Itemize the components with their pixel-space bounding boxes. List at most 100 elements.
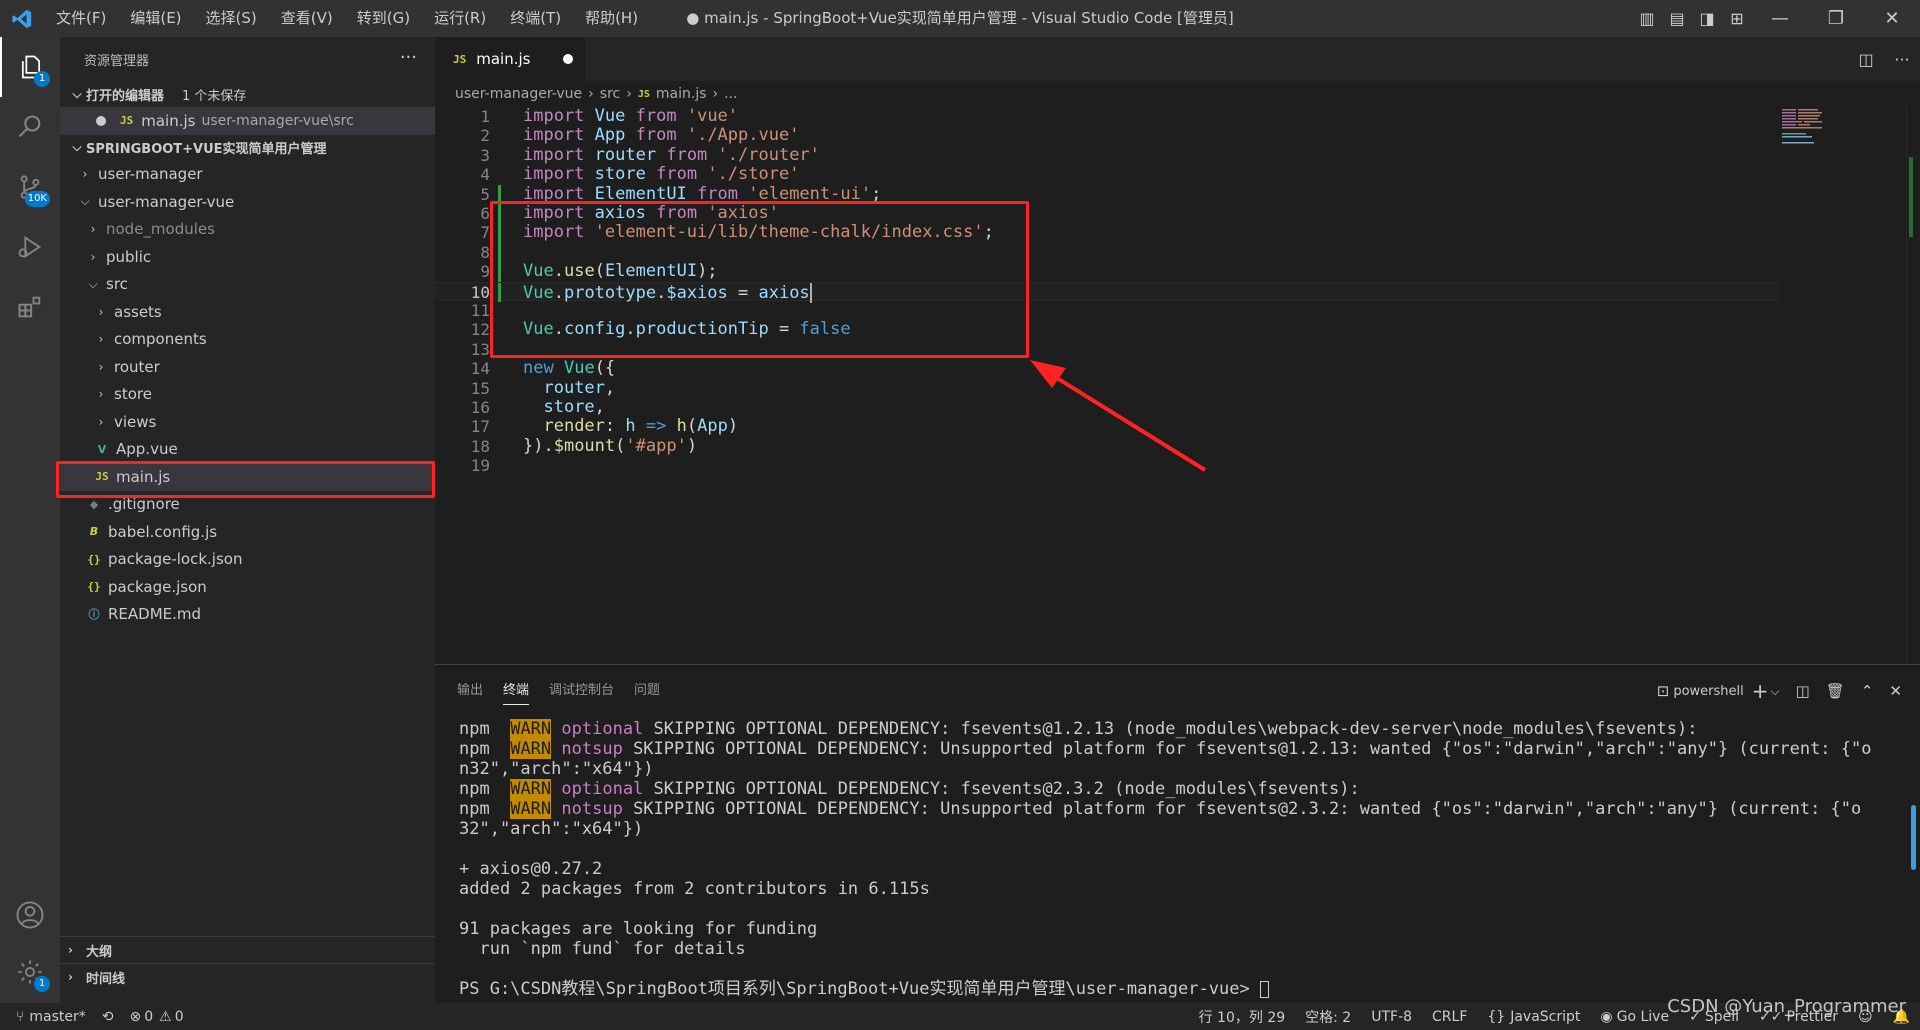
line-number: 15: [470, 378, 490, 398]
indentation[interactable]: 空格: 2: [1305, 1007, 1351, 1027]
breadcrumb-item[interactable]: main.js: [656, 86, 707, 102]
menu-item[interactable]: 编辑(E): [118, 0, 193, 37]
chevron-down-icon[interactable]: ⌵: [1771, 684, 1780, 699]
menu-item[interactable]: 文件(F): [44, 0, 118, 37]
menu-item[interactable]: 帮助(H): [573, 0, 650, 37]
customize-layout-icon[interactable]: ⊞: [1722, 0, 1752, 37]
tree-item[interactable]: › store: [60, 381, 435, 409]
tree-item[interactable]: {} package-lock.json: [60, 546, 435, 574]
restore-button[interactable]: ❐: [1808, 0, 1864, 37]
shell-selector[interactable]: powershell: [1673, 684, 1743, 699]
minimap[interactable]: [1780, 107, 1840, 147]
tab-label: main.js: [476, 50, 531, 68]
run-debug-button[interactable]: [0, 217, 60, 277]
end-of-line[interactable]: CRLF: [1432, 1009, 1467, 1025]
language-mode[interactable]: {} JavaScript: [1487, 1009, 1580, 1025]
tree-item[interactable]: › components: [60, 326, 435, 354]
minimize-button[interactable]: —: [1752, 0, 1808, 37]
tree-item[interactable]: V App.vue: [60, 436, 435, 464]
menu-item[interactable]: 选择(S): [194, 0, 269, 37]
menu-item[interactable]: 终端(T): [498, 0, 573, 37]
open-editor-main-js[interactable]: JS main.js user-manager-vue\src: [60, 107, 435, 135]
panel-tab[interactable]: 调试控制台: [549, 665, 614, 717]
breadcrumb-item[interactable]: src: [600, 86, 620, 102]
branch-indicator[interactable]: ⑂ master*: [16, 1009, 86, 1025]
code-token: import: [523, 203, 585, 223]
editor-scrollbar[interactable]: [1906, 107, 1920, 664]
code-token: new: [523, 358, 554, 379]
open-editors-section[interactable]: ⌵ 打开的编辑器 1 个未保存: [60, 81, 435, 107]
warn-kind: notsup: [561, 739, 623, 759]
menu-item[interactable]: 转到(G): [345, 0, 422, 37]
accounts-button[interactable]: [0, 885, 60, 945]
more-actions-icon[interactable]: ···: [1884, 50, 1920, 69]
source-control-button[interactable]: 10K: [0, 157, 60, 217]
tree-item[interactable]: JS main.js: [60, 463, 435, 491]
terminal-output[interactable]: npm WARN optional SKIPPING OPTIONAL DEPE…: [459, 719, 1899, 999]
account-icon: [16, 901, 44, 929]
tree-item[interactable]: Bbabel.config.js: [60, 518, 435, 546]
timeline-section[interactable]: › 时间线: [60, 963, 435, 990]
tree-item[interactable]: ◆ .gitignore: [60, 491, 435, 519]
code-token: prototype: [563, 282, 657, 303]
tree-item[interactable]: › node_modules: [60, 216, 435, 244]
panel-tab[interactable]: 问题: [634, 665, 660, 717]
unsaved-dot-icon[interactable]: [96, 115, 106, 126]
tree-item[interactable]: › views: [60, 408, 435, 436]
trash-icon[interactable]: 🗑: [1826, 682, 1845, 700]
sync-icon[interactable]: ⟲: [102, 1009, 114, 1025]
go-live-button[interactable]: ◉ Go Live: [1600, 1009, 1669, 1025]
explorer-button[interactable]: 1: [0, 37, 60, 97]
close-window-button[interactable]: ✕: [1864, 0, 1920, 37]
tree-item-label: user-manager: [98, 165, 203, 184]
toggle-panel-icon[interactable]: ▤: [1662, 0, 1692, 37]
code-text: }).$mount('#app'): [523, 435, 697, 456]
json-file-icon: {}: [87, 580, 101, 594]
chevron-right-icon: ›: [90, 222, 96, 237]
menu-item[interactable]: 查看(V): [269, 0, 345, 37]
terminal-text: n32","arch":"x64"}): [459, 759, 654, 779]
cursor-position[interactable]: 行 10，列 29: [1199, 1007, 1286, 1027]
tree-item[interactable]: › router: [60, 353, 435, 381]
explorer-badge: 1: [34, 71, 50, 87]
code-token: (: [615, 435, 626, 456]
manage-button[interactable]: 1: [0, 942, 60, 1002]
split-terminal-icon[interactable]: ◫: [1796, 682, 1810, 700]
code-line: 11: [435, 301, 1780, 320]
tree-item[interactable]: › user-manager: [60, 161, 435, 189]
terminal-scrollbar[interactable]: [1911, 805, 1916, 870]
problems-indicator[interactable]: ⊗ 0 ⚠ 0: [130, 1009, 184, 1025]
tree-item[interactable]: › assets: [60, 298, 435, 326]
panel-tab[interactable]: 输出: [457, 665, 483, 717]
tree-item[interactable]: {} package.json: [60, 573, 435, 601]
tree-item[interactable]: ⓘ README.md: [60, 601, 435, 629]
menu-item[interactable]: 运行(R): [422, 0, 498, 37]
new-terminal-icon[interactable]: +: [1752, 679, 1769, 703]
tree-item[interactable]: › public: [60, 243, 435, 271]
encoding[interactable]: UTF-8: [1371, 1009, 1412, 1025]
code-text: Vue.config.productionTip = false: [523, 320, 851, 339]
toggle-primary-sidebar-icon[interactable]: ▥: [1632, 0, 1662, 37]
code-text: import 'element-ui/lib/theme-chalk/index…: [523, 223, 994, 242]
breadcrumb-item[interactable]: ...: [724, 86, 737, 102]
more-actions-icon[interactable]: ···: [400, 47, 417, 68]
maximize-panel-icon[interactable]: ⌃: [1861, 682, 1874, 700]
search-button[interactable]: [0, 97, 60, 157]
workspace-section[interactable]: ⌵ SPRINGBOOT+VUE实现简单用户管理: [60, 135, 435, 161]
unsaved-dot-icon[interactable]: [563, 54, 573, 64]
extensions-button[interactable]: [0, 277, 60, 337]
tree-item[interactable]: ⌵ user-manager-vue: [60, 188, 435, 216]
outline-section[interactable]: › 大纲: [60, 936, 435, 963]
code-text: import App from './App.vue': [523, 126, 799, 145]
panel-tab[interactable]: 终端: [503, 665, 530, 717]
tab-main-js[interactable]: JS main.js: [435, 37, 585, 81]
breadcrumb-item[interactable]: user-manager-vue: [455, 86, 582, 102]
close-panel-icon[interactable]: ✕: [1889, 682, 1902, 700]
open-editors-label: 打开的编辑器: [86, 88, 165, 104]
toggle-secondary-sidebar-icon[interactable]: ◨: [1692, 0, 1722, 37]
split-editor-icon[interactable]: ◫: [1848, 50, 1884, 69]
tree-item-label: assets: [114, 302, 162, 321]
tree-item[interactable]: ⌵ src: [60, 271, 435, 299]
